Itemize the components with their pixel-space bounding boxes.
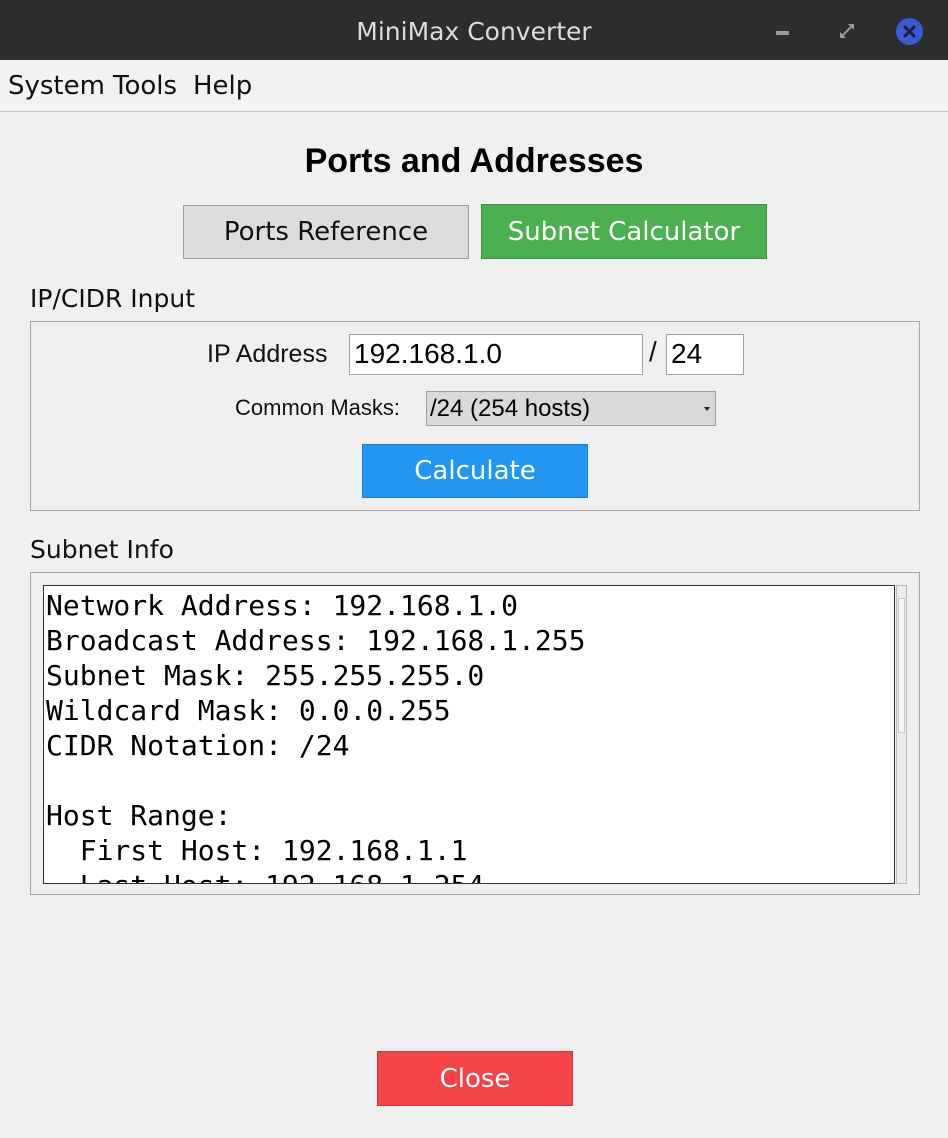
cidr-input[interactable]: 24: [666, 334, 744, 375]
minimize-icon[interactable]: [770, 18, 796, 44]
subnet-info-line: Broadcast Address: 192.168.1.255: [46, 624, 586, 657]
subnet-info-line: Last Host: 192.168.1.254: [46, 868, 894, 883]
common-masks-value: /24 (254 hosts): [430, 395, 591, 422]
subnet-info-line: [46, 763, 894, 798]
subnet-info-label: Subnet Info: [30, 535, 174, 564]
scrollbar-thumb[interactable]: [898, 598, 905, 733]
menu-help[interactable]: Help: [193, 71, 252, 101]
ip-address-input[interactable]: 192.168.1.0: [349, 334, 643, 375]
menu-tools[interactable]: Tools: [113, 71, 177, 101]
common-masks-label: Common Masks:: [235, 395, 401, 420]
cidr-separator: /: [649, 336, 657, 367]
page-title: Ports and Addresses: [304, 142, 644, 180]
close-button[interactable]: Close: [377, 1051, 573, 1106]
ip-cidr-input-label: IP/CIDR Input: [30, 284, 196, 313]
subnet-info-text[interactable]: Network Address: 192.168.1.0 Broadcast Ad…: [43, 585, 895, 884]
title-bar: MiniMax Converter: [0, 0, 948, 60]
subnet-info-line: Network Address: 192.168.1.0: [46, 589, 519, 622]
ports-reference-button[interactable]: Ports Reference: [183, 205, 469, 259]
subnet-info-line: First Host: 192.168.1.1: [46, 834, 468, 867]
dropdown-arrow-icon: [704, 407, 710, 411]
subnet-calculator-button[interactable]: Subnet Calculator: [481, 204, 767, 259]
subnet-info-scrollbar[interactable]: [896, 585, 907, 884]
subnet-info-line: Subnet Mask: 255.255.255.0: [46, 659, 485, 692]
window-title: MiniMax Converter: [356, 17, 592, 46]
calculate-button[interactable]: Calculate: [362, 444, 588, 498]
menu-system[interactable]: System: [8, 71, 105, 101]
subnet-info-line: Wildcard Mask: 0.0.0.255: [46, 694, 451, 727]
ip-address-label: IP Address: [207, 340, 328, 368]
menu-bar: System Tools Help: [0, 60, 948, 112]
maximize-icon-glyph: [840, 24, 854, 38]
subnet-info-content: Network Address: 192.168.1.0 Broadcast Ad…: [44, 586, 894, 883]
common-masks-select[interactable]: /24 (254 hosts): [426, 391, 716, 426]
close-icon-glyph: [903, 25, 916, 38]
subnet-info-line: Host Range:: [46, 799, 232, 832]
maximize-icon[interactable]: [834, 18, 860, 44]
subnet-info-line: CIDR Notation: /24: [46, 729, 350, 762]
close-icon[interactable]: [896, 18, 923, 45]
